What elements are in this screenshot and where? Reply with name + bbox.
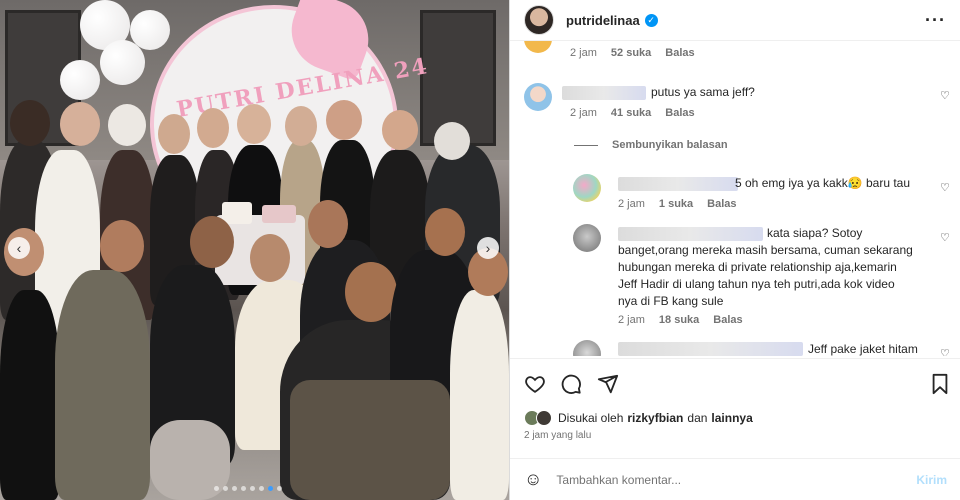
comment-like-heart-icon[interactable]: ♡	[940, 347, 950, 356]
divider	[574, 144, 598, 146]
post-header: putridelinaa ✓ ···	[510, 0, 960, 41]
comment-avatar[interactable]	[524, 83, 552, 111]
post-timestamp: 2 jam yang lalu	[524, 430, 592, 441]
comment-avatar[interactable]	[573, 340, 601, 356]
slide-dot	[259, 486, 264, 491]
comment-text-line: hubungan mereka di private relationship …	[618, 260, 897, 274]
comment-time: 2 jam	[570, 47, 597, 59]
previous-slide-button[interactable]: ‹	[8, 237, 30, 259]
comment-likes[interactable]: 52 suka	[611, 47, 651, 59]
chevron-left-icon: ‹	[16, 240, 22, 256]
slide-indicator	[214, 486, 282, 491]
verified-badge-icon: ✓	[644, 13, 658, 27]
comment-likes[interactable]: 41 suka	[611, 107, 651, 119]
post-photo[interactable]: PUTRI DELINA 24 ‹ ›	[0, 0, 509, 500]
reply-button[interactable]: Balas	[665, 47, 694, 59]
photo-balloon	[130, 10, 170, 50]
post-actions-bar	[510, 358, 960, 409]
blurred-username	[618, 177, 738, 191]
avatar[interactable]	[524, 5, 554, 35]
comment-time: 2 jam	[618, 314, 645, 326]
slide-dot-active	[268, 486, 273, 491]
hide-replies-label: Sembunyikan balasan	[612, 139, 728, 151]
reply-button[interactable]: Balas	[713, 314, 742, 326]
reply-button[interactable]: Balas	[665, 107, 694, 119]
comment-text-line: Jeff Hadir di ulang tahun nya teh putri,…	[618, 277, 895, 291]
comment-meta: 2 jam 1 suka Balas	[618, 198, 737, 210]
comment-input[interactable]: Tambahkan komentar...	[556, 473, 916, 487]
blurred-username	[562, 86, 646, 100]
next-slide-button[interactable]: ›	[477, 237, 499, 259]
comment-like-heart-icon[interactable]: ♡	[940, 181, 950, 194]
more-horizontal-icon[interactable]: ···	[925, 10, 946, 31]
bookmark-icon[interactable]	[930, 373, 950, 395]
slide-dot	[214, 486, 219, 491]
likes-summary: Disukai oleh rizkyfbian dan lainnya	[524, 410, 753, 426]
photo-balloon	[60, 60, 100, 100]
comment-text: putus ya sama jeff?	[651, 85, 755, 99]
blurred-username	[618, 342, 803, 356]
comment-meta: 2 jam 52 suka Balas	[570, 47, 695, 59]
likes-middle: dan	[687, 411, 708, 425]
post-username[interactable]: putridelinaa	[566, 13, 640, 28]
comment-avatar[interactable]	[573, 224, 601, 252]
comment-meta: 2 jam 18 suka Balas	[618, 314, 743, 326]
liker-avatar	[536, 410, 552, 426]
comment-like-heart-icon[interactable]: ♡	[940, 231, 950, 244]
heart-icon[interactable]	[524, 373, 546, 395]
likes-prefix: Disukai oleh	[558, 411, 624, 425]
comment-likes[interactable]: 1 suka	[659, 198, 693, 210]
comment-meta: 2 jam 41 suka Balas	[570, 107, 695, 119]
likes-others[interactable]: lainnya	[711, 411, 752, 425]
slide-dot	[241, 486, 246, 491]
blurred-username	[618, 227, 763, 241]
comment-text-line: nya di FB kang sule	[618, 294, 724, 308]
add-comment-bar: ☺ Tambahkan komentar... Kirim	[510, 458, 960, 500]
reply-button[interactable]: Balas	[707, 198, 736, 210]
comment-text-line: banget,orang mereka masih bersama, cuman…	[618, 243, 913, 257]
comments-list[interactable]: 2 jam 52 suka Balas putus ya sama jeff? …	[510, 41, 960, 356]
comment-text: Jeff pake jaket hitam	[808, 342, 918, 356]
chevron-right-icon: ›	[485, 240, 491, 256]
comment-time: 2 jam	[570, 107, 597, 119]
comment-avatar[interactable]	[573, 174, 601, 202]
emoji-icon[interactable]: ☺	[524, 469, 542, 490]
post-comment-button[interactable]: Kirim	[916, 473, 947, 487]
comment-text: 5 oh emg iya ya kakk😥 baru tau	[735, 176, 911, 190]
slide-dot	[232, 486, 237, 491]
send-icon[interactable]	[597, 373, 619, 395]
comment-text-line: kata siapa? Sotoy	[767, 226, 863, 240]
slide-dot	[250, 486, 255, 491]
likes-user[interactable]: rizkyfbian	[627, 411, 683, 425]
slide-dot	[223, 486, 228, 491]
post-side-panel: putridelinaa ✓ ··· 2 jam 52 suka Balas p…	[509, 0, 960, 500]
comment-like-heart-icon[interactable]: ♡	[940, 89, 950, 102]
hide-replies-button[interactable]: Sembunyikan balasan	[574, 139, 728, 151]
photo-crowd	[0, 100, 509, 500]
slide-dot	[277, 486, 282, 491]
comment-likes[interactable]: 18 suka	[659, 314, 699, 326]
comment-icon[interactable]	[560, 373, 582, 395]
comment-avatar[interactable]	[524, 41, 552, 53]
comment-time: 2 jam	[618, 198, 645, 210]
